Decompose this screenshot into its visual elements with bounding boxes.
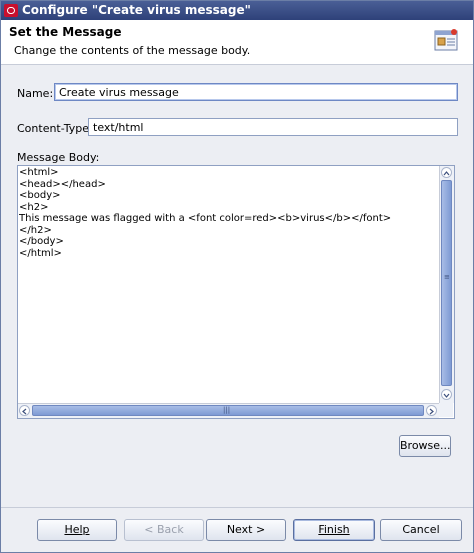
next-button[interactable]: Next > [206,519,286,541]
wizard-header: Set the Message Change the contents of t… [1,20,473,65]
body-line: </h2> [19,224,52,236]
header-title: Set the Message [9,25,122,39]
cancel-button[interactable]: Cancel [380,519,462,541]
message-body-editor[interactable]: <html> <head></head> <body> <h2> This me… [17,165,455,419]
finish-button-label: Finish [318,523,350,536]
body-line: </html> [19,247,62,259]
message-body-label: Message Body: [17,151,100,164]
finish-button[interactable]: Finish [293,519,375,541]
next-button-label: Next > [226,523,266,536]
chevron-down-icon [443,393,450,398]
help-button-label: Help [64,523,90,536]
name-field[interactable]: Create virus message [54,83,458,101]
body-line: <body> [19,190,61,201]
window-title: Configure "Create virus message" [22,3,251,17]
scroll-left-button[interactable] [19,405,30,416]
scroll-down-button[interactable] [441,389,452,400]
scroll-corner [439,403,453,417]
scroll-right-button[interactable] [426,405,437,416]
body-line: <h2> [19,201,49,213]
oracle-icon [4,4,18,17]
cancel-button-label: Cancel [402,523,440,536]
horizontal-scroll-thumb[interactable]: ||| [32,405,424,416]
help-button[interactable]: Help [37,519,117,541]
body-line: <head></head> [19,178,106,190]
header-subtitle: Change the contents of the message body. [14,44,251,57]
grip-icon: ≡ [444,273,450,281]
footer-divider [1,507,473,508]
chevron-left-icon [22,408,27,415]
horizontal-scrollbar[interactable]: ||| [18,403,439,418]
body-line: </body> [19,236,64,247]
vertical-scrollbar[interactable]: ≡ [439,166,454,403]
message-properties-icon [434,29,458,51]
body-line: This message was flagged with a <font co… [19,213,392,224]
message-body-text[interactable]: <html> <head></head> <body> <h2> This me… [19,167,439,403]
scroll-up-button[interactable] [441,167,452,178]
grip-icon: ||| [223,406,231,414]
vertical-scroll-thumb[interactable]: ≡ [441,180,452,386]
title-bar: Configure "Create virus message" [1,1,473,20]
browse-button[interactable]: Browse... [399,435,451,457]
body-line: <html> [19,167,59,178]
back-button-label: < Back [144,523,184,536]
name-label: Name: [17,87,54,100]
content-type-field[interactable]: text/html [88,118,458,136]
back-button[interactable]: < Back [124,519,204,541]
configure-dialog: Configure "Create virus message" Set the… [0,0,474,553]
content-type-label: Content-Type: [17,122,93,135]
chevron-right-icon [429,408,434,415]
chevron-up-icon [443,171,450,176]
